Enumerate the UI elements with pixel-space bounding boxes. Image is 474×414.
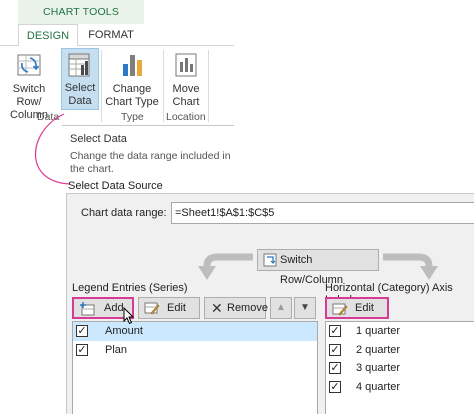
- switch-icon: [263, 253, 277, 267]
- remove-series-button[interactable]: ✕ Remove: [204, 297, 268, 319]
- remove-icon: ✕: [211, 300, 223, 316]
- move-up-button[interactable]: ▲: [270, 297, 292, 319]
- chart-data-range-input[interactable]: [171, 202, 474, 224]
- change-chart-type-label-1: Change: [112, 83, 152, 95]
- legend-entries-label: Legend Entries (Series): [72, 282, 188, 294]
- switch-row-column-dialog-button[interactable]: Switch Row/Column: [257, 249, 379, 286]
- group-label-location: Location: [166, 111, 206, 123]
- edit-series-button[interactable]: Edit: [138, 297, 200, 319]
- series-label: Plan: [105, 344, 128, 356]
- switch-row-column-label-1: Switch Row/: [12, 83, 46, 108]
- tooltip-description: Change the data range included in the ch…: [70, 150, 231, 175]
- series-label: Amount: [105, 325, 143, 337]
- list-item[interactable]: ✓ Amount: [73, 322, 317, 341]
- select-data-source-dialog: Chart data range: Switch Row/Column Lege…: [66, 193, 474, 414]
- list-item[interactable]: ✓ 3 quarter: [326, 359, 474, 378]
- dialog-title: Select Data Source: [68, 180, 163, 192]
- edit-series-label: Edit: [167, 302, 186, 314]
- add-series-label: Add: [104, 302, 124, 314]
- group-separator: [163, 50, 164, 122]
- move-up-icon: ▲: [276, 302, 286, 313]
- select-data-label-2: Data: [68, 95, 92, 107]
- group-separator: [101, 50, 102, 122]
- edit-icon: [332, 303, 348, 316]
- axis-labels-list: ✓ 1 quarter ✓ 2 quarter ✓ 3 quarter ✓ 4 …: [325, 321, 474, 414]
- tab-format[interactable]: FORMAT: [78, 24, 144, 46]
- edit-axis-labels-button[interactable]: Edit: [325, 297, 389, 319]
- move-chart-button[interactable]: Move Chart: [166, 50, 206, 109]
- change-chart-type-icon: [123, 55, 142, 76]
- move-down-icon: ▼: [300, 302, 310, 313]
- checkbox[interactable]: ✓: [76, 344, 88, 356]
- checkbox[interactable]: ✓: [329, 362, 341, 374]
- select-data-tooltip: Select Data Change the data range includ…: [62, 126, 234, 178]
- checkbox[interactable]: ✓: [329, 325, 341, 337]
- change-chart-type-label-2: Chart Type: [105, 96, 159, 108]
- list-item[interactable]: ✓ 1 quarter: [326, 322, 474, 341]
- tab-design[interactable]: DESIGN: [18, 24, 78, 46]
- remove-series-label: Remove: [227, 302, 268, 314]
- move-down-button[interactable]: ▼: [294, 297, 316, 319]
- group-label-type: Type: [121, 111, 144, 123]
- checkbox[interactable]: ✓: [329, 380, 341, 393]
- chart-tools-context-label: CHART TOOLS: [18, 0, 144, 24]
- axis-label: 4 quarter: [356, 380, 401, 393]
- switch-row-column-icon: [17, 54, 41, 76]
- add-icon: [80, 302, 95, 316]
- change-chart-type-button[interactable]: Change Chart Type: [103, 50, 161, 109]
- group-label-data: Data: [37, 111, 60, 123]
- edit-icon: [144, 302, 160, 315]
- edit-axis-labels-label: Edit: [355, 302, 374, 314]
- legend-entries-list: ✓ Amount ✓ Plan: [72, 321, 318, 414]
- chart-data-range-label: Chart data range:: [81, 207, 167, 219]
- ribbon: CHART TOOLS DESIGN FORMAT Switch Row/ Co…: [0, 0, 234, 126]
- axis-label: 3 quarter: [356, 362, 401, 374]
- list-item[interactable]: ✓ 4 quarter: [326, 378, 474, 397]
- axis-label: 1 quarter: [356, 325, 401, 337]
- axis-label: 2 quarter: [356, 343, 401, 356]
- select-data-icon: [68, 53, 90, 77]
- move-chart-icon: [175, 53, 197, 77]
- select-data-label-1: Select: [64, 82, 96, 94]
- group-separator: [208, 50, 209, 122]
- list-item[interactable]: ✓ 2 quarter: [326, 341, 474, 360]
- move-chart-label-1: Move: [172, 83, 200, 95]
- tooltip-title: Select Data: [70, 133, 127, 145]
- move-chart-label-2: Chart: [172, 96, 200, 108]
- checkbox[interactable]: ✓: [329, 343, 341, 356]
- list-item[interactable]: ✓ Plan: [73, 341, 317, 360]
- select-data-button[interactable]: Select Data: [61, 48, 99, 110]
- checkbox[interactable]: ✓: [76, 325, 88, 337]
- mouse-cursor-icon: [123, 307, 135, 325]
